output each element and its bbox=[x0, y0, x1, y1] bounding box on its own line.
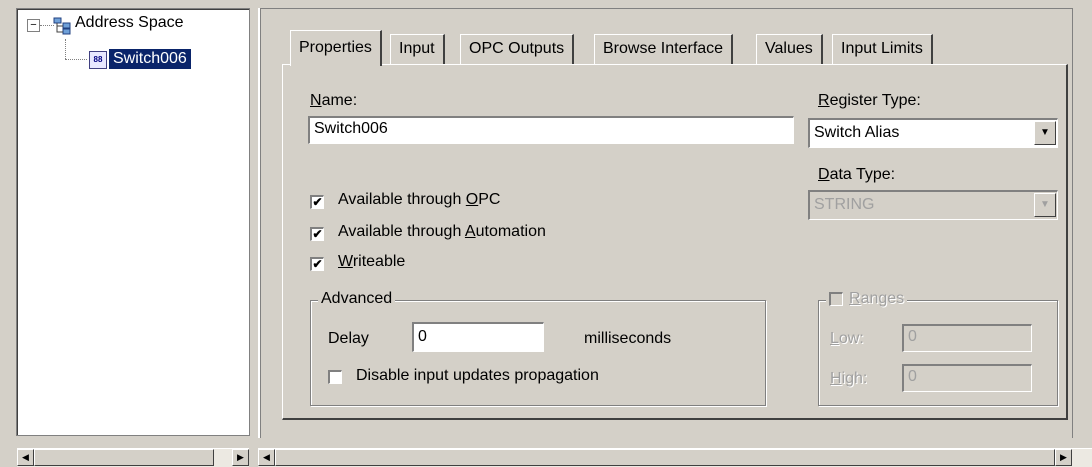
available-automation-label: Available through Automation bbox=[338, 223, 546, 240]
data-type-label-text: ata Type: bbox=[829, 166, 896, 183]
tree-horizontal-scrollbar[interactable]: ◀ ▶ bbox=[17, 448, 249, 467]
tree-view[interactable]: − Address Space 88 Switch006 bbox=[16, 8, 250, 436]
properties-horizontal-scrollbar[interactable]: ◀ ▶ bbox=[258, 448, 1092, 467]
tab-opc-outputs[interactable]: OPC Outputs bbox=[460, 34, 575, 64]
tree-connector bbox=[65, 39, 66, 59]
scroll-right-button[interactable]: ▶ bbox=[1055, 449, 1072, 466]
register-type-select[interactable]: Switch Alias ▼ bbox=[808, 118, 1058, 148]
advanced-group bbox=[310, 300, 766, 406]
tab-input[interactable]: Input bbox=[390, 34, 445, 64]
tab-properties[interactable]: Properties bbox=[290, 30, 382, 66]
name-mnemonic: N bbox=[310, 92, 322, 109]
vertical-scrollbar[interactable] bbox=[1072, 8, 1092, 438]
name-field[interactable]: Switch006 bbox=[308, 116, 794, 144]
tab-browse-interface[interactable]: Browse Interface bbox=[594, 34, 734, 64]
ranges-group-title: Ranges bbox=[826, 290, 908, 308]
available-automation-checkbox[interactable]: ✔ bbox=[310, 227, 324, 241]
writeable-label: Writeable bbox=[338, 253, 406, 270]
tree-root-label[interactable]: Address Space bbox=[75, 14, 184, 32]
high-mnemonic: H bbox=[830, 370, 842, 387]
data-type-label: Data Type: bbox=[818, 166, 895, 184]
low-input: 0 bbox=[902, 324, 1032, 352]
data-type-value: STRING bbox=[814, 196, 875, 213]
scroll-thumb[interactable] bbox=[275, 449, 1055, 466]
data-type-select: STRING ▼ bbox=[808, 190, 1058, 220]
dropdown-arrow-icon[interactable]: ▼ bbox=[1034, 121, 1056, 145]
dropdown-arrow-icon: ▼ bbox=[1034, 193, 1056, 217]
available-opc-label: Available through OPC bbox=[338, 191, 501, 208]
low-label: Low: bbox=[830, 330, 864, 347]
register-icon: 88 bbox=[89, 51, 107, 69]
ranges-label: Ranges bbox=[849, 290, 905, 307]
tree-item-switch006[interactable]: Switch006 bbox=[108, 48, 192, 70]
register-type-value: Switch Alias bbox=[814, 124, 900, 141]
low-mnemonic: L bbox=[830, 330, 839, 347]
writeable-checkbox[interactable]: ✔ bbox=[310, 257, 324, 271]
opc-mnemonic: O bbox=[465, 191, 479, 208]
high-input: 0 bbox=[902, 364, 1032, 392]
disable-propagation-checkbox[interactable] bbox=[328, 370, 342, 384]
automation-mnemonic: A bbox=[464, 223, 476, 240]
scroll-right-button[interactable]: ▶ bbox=[232, 449, 249, 466]
register-type-mnemonic: R bbox=[818, 92, 830, 109]
data-type-mnemonic: D bbox=[818, 166, 830, 183]
tree-connector bbox=[40, 25, 54, 26]
scroll-left-button[interactable]: ◀ bbox=[258, 449, 275, 466]
tab-values[interactable]: Values bbox=[756, 34, 823, 64]
register-type-label: Register Type: bbox=[818, 92, 921, 110]
register-type-label-text: egister Type: bbox=[829, 92, 921, 109]
collapse-icon[interactable]: − bbox=[27, 19, 40, 32]
delay-units-label: milliseconds bbox=[584, 330, 672, 347]
ranges-checkbox bbox=[829, 292, 843, 306]
advanced-group-title: Advanced bbox=[318, 290, 396, 308]
ranges-mnemonic: R bbox=[849, 290, 861, 307]
scroll-thumb[interactable] bbox=[34, 449, 214, 466]
available-opc-checkbox[interactable]: ✔ bbox=[310, 195, 324, 209]
high-label: High: bbox=[830, 370, 868, 387]
delay-label: Delay bbox=[328, 330, 369, 347]
name-label: Name: bbox=[310, 92, 357, 110]
scroll-left-button[interactable]: ◀ bbox=[17, 449, 34, 466]
tab-input-limits[interactable]: Input Limits bbox=[832, 34, 933, 64]
name-label-text: ame: bbox=[321, 92, 358, 109]
address-space-icon bbox=[53, 17, 71, 35]
disable-propagation-label: Disable input updates propagation bbox=[356, 367, 599, 384]
delay-input[interactable]: 0 bbox=[412, 322, 544, 352]
writeable-mnemonic: W bbox=[338, 253, 353, 270]
tree-connector bbox=[65, 59, 87, 60]
